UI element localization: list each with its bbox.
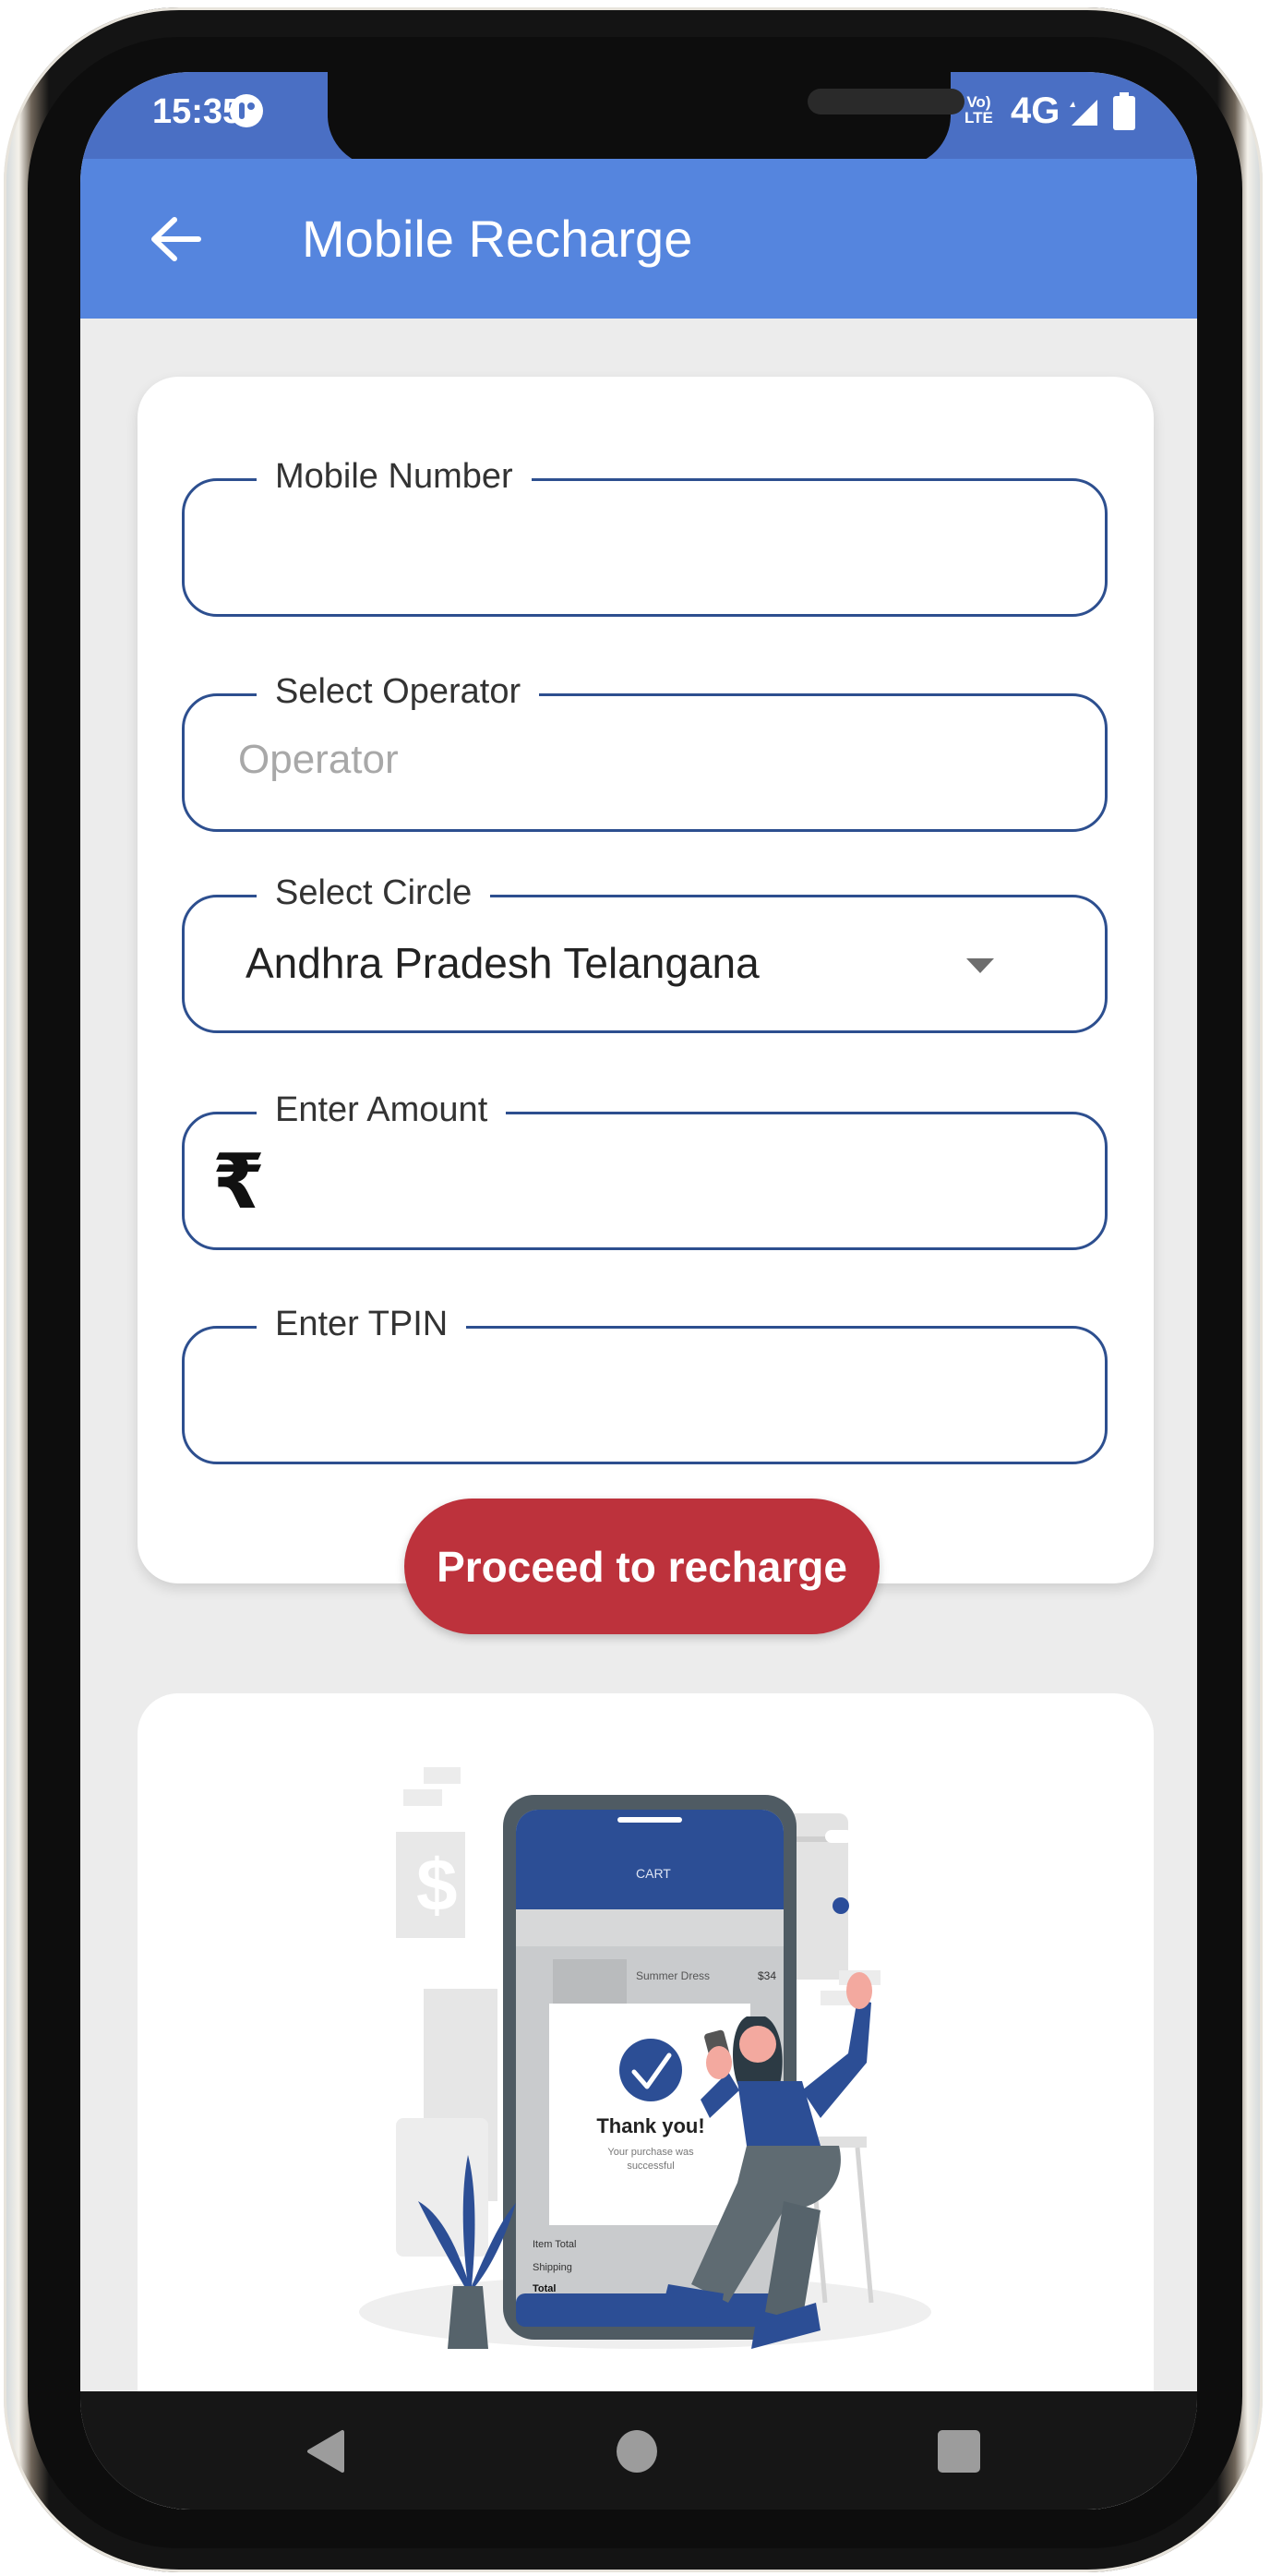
amount-label: Enter Amount (257, 1087, 507, 1133)
svg-text:Total: Total (533, 2283, 556, 2294)
system-nav-bar (80, 2391, 1197, 2510)
illustration-card: $ CART Summer Dress $34 Thank you! Your … (138, 1693, 1154, 2510)
mobile-number-label: Mobile Number (257, 453, 532, 500)
home-nav-icon[interactable] (616, 2428, 658, 2479)
svg-text:Shipping: Shipping (533, 2262, 572, 2273)
circle-label: Select Circle (257, 870, 491, 916)
camera-notch (328, 72, 964, 166)
svg-text:$: $ (416, 1844, 458, 1926)
operator-label: Select Operator (257, 668, 540, 715)
volte-icon: Vo) LTE (964, 94, 993, 126)
tpin-field[interactable]: Enter TPIN (182, 1301, 1108, 1464)
back-nav-icon[interactable] (302, 2428, 348, 2479)
dropdown-caret-icon[interactable] (966, 958, 994, 973)
phone-screen: 15:35 Vo) LTE 4G Mobile Recharge Mobile … (80, 72, 1197, 2510)
amount-field[interactable]: Enter Amount ₹ (182, 1087, 1108, 1250)
signal-icon (1066, 98, 1099, 132)
svg-text:Your purchase was: Your purchase was (607, 2147, 694, 2158)
recents-nav-icon[interactable] (936, 2428, 982, 2479)
svg-text:Item Total: Item Total (533, 2239, 577, 2250)
mobile-number-field[interactable]: Mobile Number (182, 453, 1108, 617)
arrow-left-icon[interactable] (143, 207, 208, 271)
battery-icon (1112, 92, 1136, 136)
svg-text:successful: successful (627, 2161, 674, 2172)
app-notification-icon (228, 92, 265, 134)
operator-field[interactable]: Select Operator Operator (182, 668, 1108, 832)
page-title: Mobile Recharge (302, 210, 693, 268)
app-bar: Mobile Recharge (80, 159, 1197, 319)
purchase-success-illustration: $ CART Summer Dress $34 Thank you! Your … (359, 1767, 931, 2349)
rupee-icon: ₹ (212, 1140, 266, 1224)
circle-selected-value[interactable]: Andhra Pradesh Telangana (246, 938, 760, 988)
recharge-form-card: Mobile Number Select Operator Operator S… (138, 377, 1154, 1583)
network-type-label: 4G (1011, 90, 1060, 131)
tpin-label: Enter TPIN (257, 1301, 467, 1347)
circle-select[interactable]: Select Circle Andhra Pradesh Telangana (182, 870, 1108, 1033)
svg-text:Summer Dress: Summer Dress (636, 1969, 710, 1982)
proceed-to-recharge-button[interactable]: Proceed to recharge (404, 1499, 880, 1634)
svg-text:$34: $34 (758, 1969, 776, 1982)
operator-placeholder[interactable]: Operator (238, 737, 399, 783)
svg-text:Thank you!: Thank you! (596, 2114, 704, 2137)
earpiece-speaker (808, 89, 964, 114)
volte-bottom-label: LTE (964, 109, 993, 126)
cart-header-text: CART (636, 1866, 671, 1881)
